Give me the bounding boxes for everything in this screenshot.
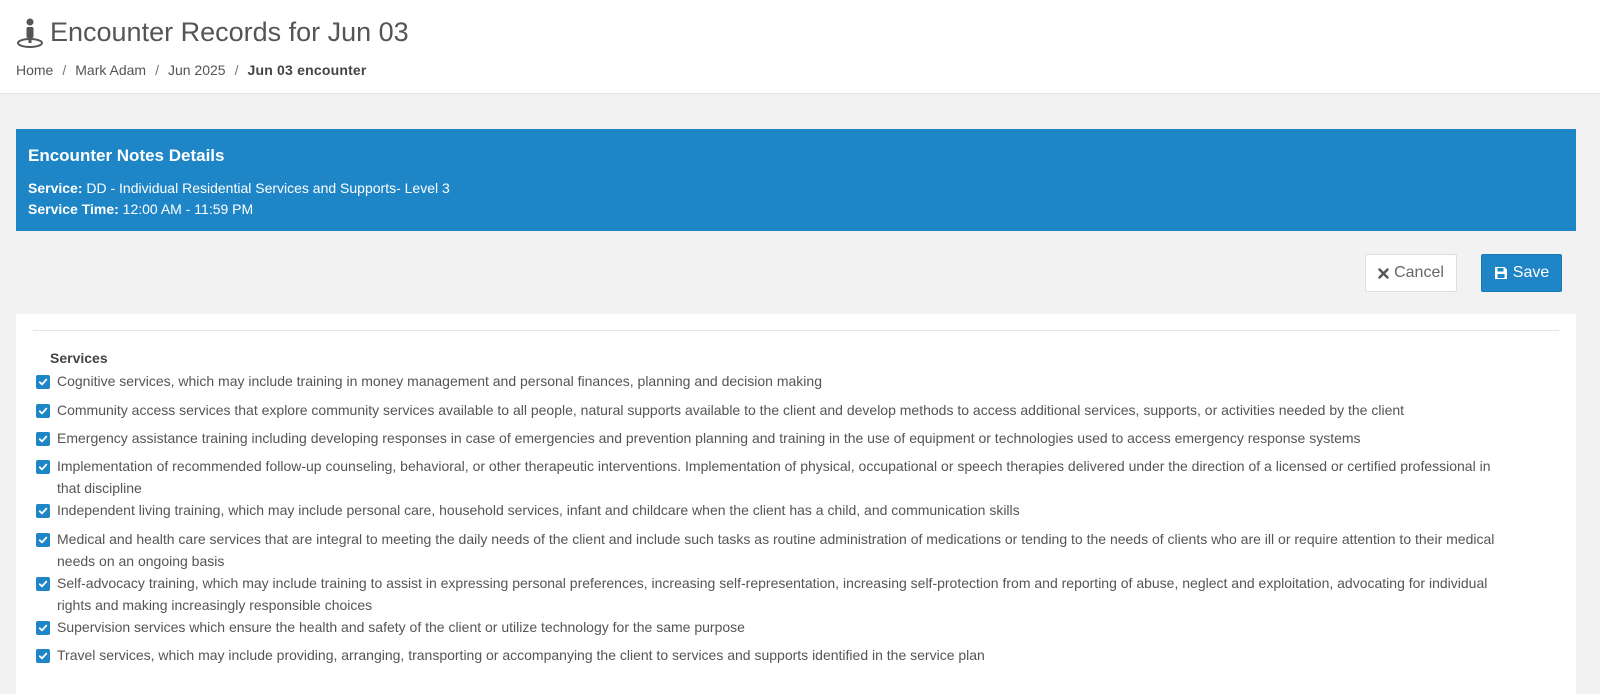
- service-checkbox-item[interactable]: Implementation of recommended follow-up …: [36, 455, 1536, 499]
- checkbox-checked-icon[interactable]: [36, 577, 50, 591]
- service-item-label: Implementation of recommended follow-up …: [57, 458, 1491, 496]
- service-checkbox-item[interactable]: Self-advocacy training, which may includ…: [36, 572, 1536, 616]
- banner-title: Encounter Notes Details: [28, 146, 225, 165]
- save-button[interactable]: Save: [1481, 254, 1562, 292]
- service-checkbox-item[interactable]: Emergency assistance training including …: [36, 427, 1536, 455]
- cancel-button[interactable]: Cancel: [1365, 254, 1457, 292]
- save-label: Save: [1512, 264, 1550, 281]
- divider: [33, 330, 1559, 331]
- checkbox-checked-icon[interactable]: [36, 504, 50, 518]
- page-header: Encounter Records for Jun 03 Home / Mark…: [0, 0, 1600, 94]
- service-time-label: Service Time:: [28, 201, 119, 217]
- breadcrumb: Home / Mark Adam / Jun 2025 / Jun 03 enc…: [16, 62, 367, 78]
- service-item-label: Self-advocacy training, which may includ…: [57, 575, 1488, 613]
- floppy-disk-icon: [1494, 266, 1508, 280]
- title-row: Encounter Records for Jun 03: [16, 17, 409, 48]
- service-checkbox-item[interactable]: Supervision services which ensure the he…: [36, 616, 1536, 644]
- encounter-details-banner: Encounter Notes Details Service: DD - In…: [16, 129, 1576, 231]
- service-label: Service:: [28, 180, 83, 196]
- service-item-label: Supervision services which ensure the he…: [57, 619, 745, 635]
- checkbox-checked-icon[interactable]: [36, 375, 50, 389]
- breadcrumb-current: Jun 03 encounter: [247, 62, 367, 78]
- service-time-line: Service Time: 12:00 AM - 11:59 PM: [28, 199, 1564, 220]
- breadcrumb-separator: /: [234, 62, 239, 78]
- services-card: Services Cognitive services, which may i…: [16, 314, 1576, 694]
- service-checkbox-item[interactable]: Cognitive services, which may include tr…: [36, 370, 1536, 399]
- service-item-label: Cognitive services, which may include tr…: [57, 373, 822, 389]
- breadcrumb-separator: /: [155, 62, 159, 78]
- service-checkbox-item[interactable]: Medical and health care services that ar…: [36, 528, 1536, 572]
- breadcrumb-client[interactable]: Mark Adam: [75, 62, 146, 78]
- breadcrumb-separator: /: [62, 62, 67, 78]
- checkbox-checked-icon[interactable]: [36, 460, 50, 474]
- close-icon: [1378, 267, 1389, 279]
- service-item-label: Travel services, which may include provi…: [57, 647, 985, 663]
- checkbox-checked-icon[interactable]: [36, 649, 50, 663]
- service-item-label: Community access services that explore c…: [57, 402, 1405, 418]
- checkbox-checked-icon[interactable]: [36, 533, 50, 547]
- services-checklist: Cognitive services, which may include tr…: [36, 370, 1536, 672]
- person-icon: [16, 18, 44, 48]
- breadcrumb-month[interactable]: Jun 2025: [168, 62, 226, 78]
- service-value: DD - Individual Residential Services and…: [82, 180, 450, 196]
- checkbox-checked-icon[interactable]: [36, 432, 50, 446]
- service-item-label: Independent living training, which may i…: [57, 502, 1020, 518]
- service-line: Service: DD - Individual Residential Ser…: [28, 178, 1564, 199]
- breadcrumb-home[interactable]: Home: [16, 62, 53, 78]
- service-time-value: 12:00 AM - 11:59 PM: [118, 201, 254, 217]
- service-item-label: Emergency assistance training including …: [57, 430, 1361, 446]
- services-label: Services: [50, 350, 108, 366]
- checkbox-checked-icon[interactable]: [36, 404, 50, 418]
- service-checkbox-item[interactable]: Independent living training, which may i…: [36, 499, 1536, 528]
- page-title: Encounter Records for Jun 03: [50, 17, 409, 47]
- service-checkbox-item[interactable]: Travel services, which may include provi…: [36, 644, 1536, 672]
- cancel-label: Cancel: [1394, 264, 1444, 281]
- checkbox-checked-icon[interactable]: [36, 621, 50, 635]
- service-item-label: Medical and health care services that ar…: [57, 531, 1495, 569]
- service-checkbox-item[interactable]: Community access services that explore c…: [36, 399, 1536, 427]
